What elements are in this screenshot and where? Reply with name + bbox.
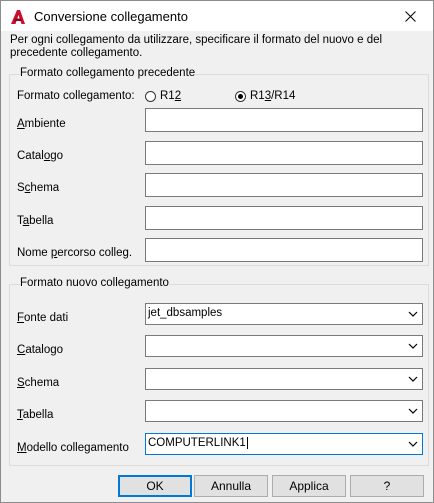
old-link-group-title: Formato collegamento precedente (20, 67, 196, 79)
schema-old-input[interactable] (145, 173, 423, 197)
chevron-down-icon (408, 376, 418, 382)
radio-r12-circle[interactable] (145, 90, 156, 102)
chevron-down-icon (408, 311, 418, 317)
radio-r12[interactable]: R12 (145, 90, 181, 102)
chevron-down-icon (408, 441, 418, 447)
label-modello-collegamento: Modello collegamento (17, 442, 129, 454)
tabella-old-input[interactable] (145, 206, 423, 230)
instructions-text: Per ogni collegamento da utilizzare, spe… (10, 34, 383, 59)
close-button[interactable] (387, 1, 433, 31)
tabella-new-select[interactable] (145, 400, 423, 422)
close-icon (404, 10, 416, 22)
label-tabella-old: Tabella (17, 215, 54, 227)
apply-button[interactable]: Applica (272, 475, 346, 497)
fonte-dati-select[interactable]: jet_dbsamples (145, 303, 423, 325)
help-button[interactable]: ? (350, 475, 424, 497)
catalogo-old-input[interactable] (145, 141, 423, 165)
schema-new-select[interactable] (145, 368, 423, 390)
label-catalogo-new: Catalogo (17, 344, 64, 356)
format-label: Formato collegamento: (17, 90, 135, 102)
cancel-button[interactable]: Annulla (194, 475, 268, 497)
modello-collegamento-select[interactable]: COMPUTERLINK1 (145, 433, 423, 455)
title-bar: Conversione collegamento (1, 1, 433, 31)
ok-button[interactable]: OK (118, 475, 192, 497)
dialog-window: Conversione collegamento Per ogni colleg… (0, 0, 434, 503)
nome-percorso-input[interactable] (145, 238, 423, 262)
label-schema-old: Schema (17, 182, 60, 194)
label-tabella-new: Tabella (17, 409, 54, 421)
label-ambiente: Ambiente (17, 118, 66, 130)
radio-r13-r14[interactable]: R13/R14 (235, 90, 295, 102)
ambiente-input[interactable] (145, 108, 423, 132)
radio-r12-label: R12 (160, 90, 182, 102)
chevron-down-icon (408, 343, 418, 349)
chevron-down-icon (408, 408, 418, 414)
label-nome-percorso: Nome percorso colleg. (17, 247, 133, 259)
radio-r13-r14-circle[interactable] (235, 90, 246, 102)
radio-r13-r14-label: R13/R14 (250, 90, 296, 102)
text-cursor (246, 437, 248, 449)
autocad-logo-icon (11, 10, 25, 24)
modello-collegamento-value: COMPUTERLINK1 (148, 437, 248, 450)
label-catalogo-old: Catalogo (17, 150, 64, 162)
catalogo-new-select[interactable] (145, 335, 423, 357)
new-link-group-title: Formato nuovo collegamento (20, 277, 169, 289)
label-schema-new: Schema (17, 377, 60, 389)
label-fonte-dati: Fonte dati (17, 312, 69, 324)
window-title: Conversione collegamento (34, 9, 188, 24)
fonte-dati-value: jet_dbsamples (148, 307, 223, 319)
